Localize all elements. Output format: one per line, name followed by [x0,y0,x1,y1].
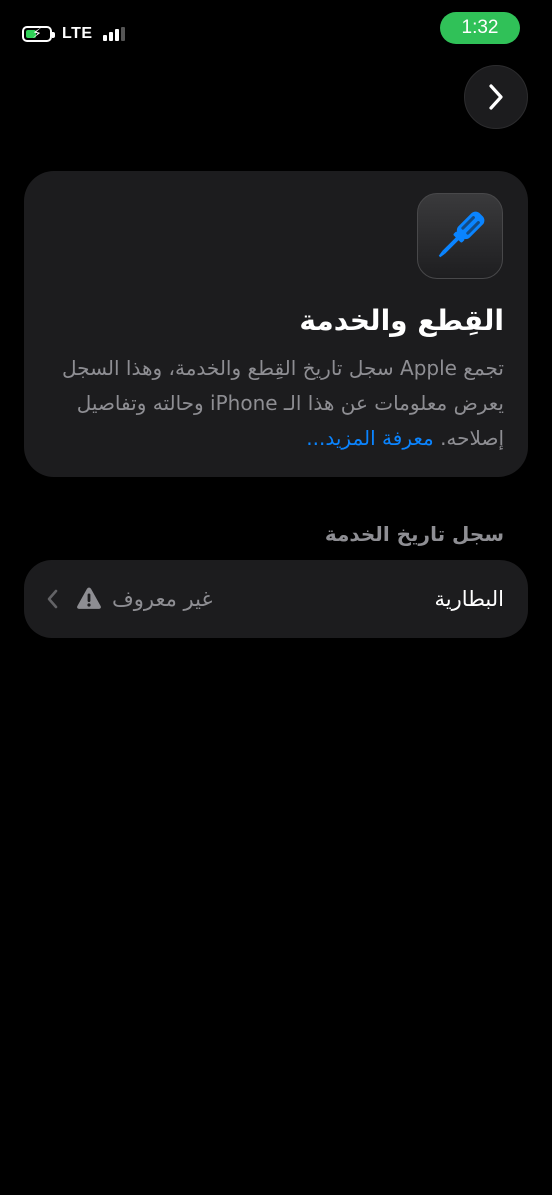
chevron-left-icon [47,589,58,609]
row-value: غير معروف [112,587,213,611]
screwdriver-icon [438,211,485,258]
chevron-right-icon [489,84,503,110]
parts-service-card: القِطع والخدمة تجمع Apple سجل تاريخ القِ… [24,171,528,477]
parts-service-app-icon [417,193,503,279]
status-left: ⚡ LTE [22,24,125,44]
card-title: القِطع والخدمة [299,304,504,337]
status-bar: ⚡ LTE 1:32 [0,0,552,64]
warning-icon [77,587,101,609]
learn-more-link[interactable]: معرفة المزيد... [306,426,433,450]
network-type: LTE [62,25,93,42]
signal-icon [102,27,125,41]
back-button[interactable] [464,65,528,129]
description-text: تجمع Apple سجل تاريخ القِطع والخدمة، وهذ… [62,356,504,450]
battery-row[interactable]: البطارية غير معروف [24,560,528,638]
card-description: تجمع Apple سجل تاريخ القِطع والخدمة، وهذ… [48,351,504,456]
status-time[interactable]: 1:32 [440,12,520,44]
battery-icon: ⚡ [22,26,55,42]
section-header: سجل تاريخ الخدمة [324,522,504,546]
row-label: البطارية [434,587,504,611]
